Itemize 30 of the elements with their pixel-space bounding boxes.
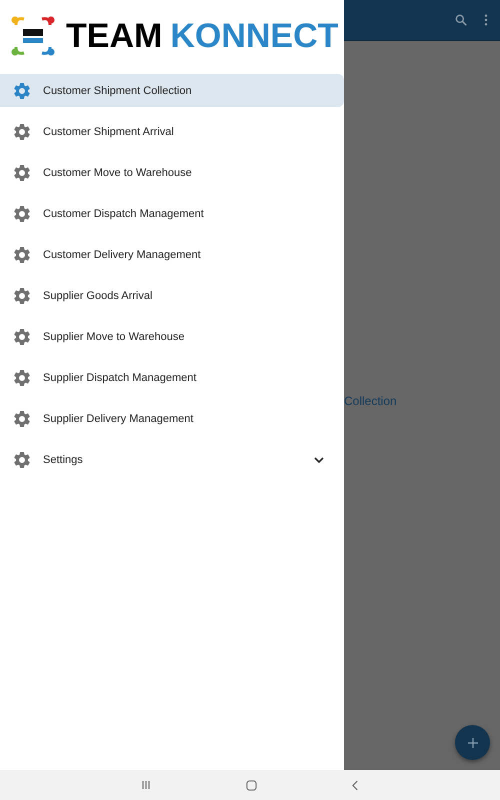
- drawer-item[interactable]: Supplier Delivery Management: [0, 402, 344, 435]
- logo-wordmark: KONNECT: [170, 16, 338, 56]
- drawer-item[interactable]: Settings: [0, 443, 344, 476]
- gear-icon: [12, 326, 32, 346]
- recent-apps-icon[interactable]: [141, 780, 151, 790]
- gear-icon: [12, 122, 32, 142]
- gear-icon: [12, 408, 32, 428]
- gear-icon: [12, 244, 32, 264]
- drawer-item[interactable]: Supplier Goods Arrival: [0, 279, 344, 312]
- gear-icon: [12, 204, 32, 224]
- gear-icon: [12, 80, 32, 100]
- gear-icon: [12, 368, 32, 388]
- chevron-icon[interactable]: [314, 456, 324, 462]
- drawer-item[interactable]: Customer Move to Warehouse: [0, 156, 344, 189]
- drawer-item[interactable]: Customer Shipment Collection: [0, 74, 344, 107]
- drawer-item[interactable]: Customer Shipment Arrival: [0, 115, 344, 148]
- plus-icon: [468, 738, 478, 748]
- gear-icon: [12, 450, 32, 470]
- more-icon[interactable]: [484, 14, 488, 26]
- drawer-item[interactable]: Customer Delivery Management: [0, 238, 344, 271]
- drawer-item[interactable]: Supplier Dispatch Management: [0, 361, 344, 394]
- logo-wordmark: TEAM: [66, 16, 162, 56]
- drawer-item[interactable]: Supplier Move to Warehouse: [0, 320, 344, 353]
- drawer-item[interactable]: Customer Dispatch Management: [0, 197, 344, 230]
- gear-icon: [12, 162, 32, 182]
- home-icon[interactable]: [246, 780, 257, 790]
- back-icon[interactable]: [352, 780, 359, 790]
- search-icon[interactable]: [454, 13, 468, 27]
- gear-icon: [12, 286, 32, 306]
- page-title: Collection: [344, 394, 397, 408]
